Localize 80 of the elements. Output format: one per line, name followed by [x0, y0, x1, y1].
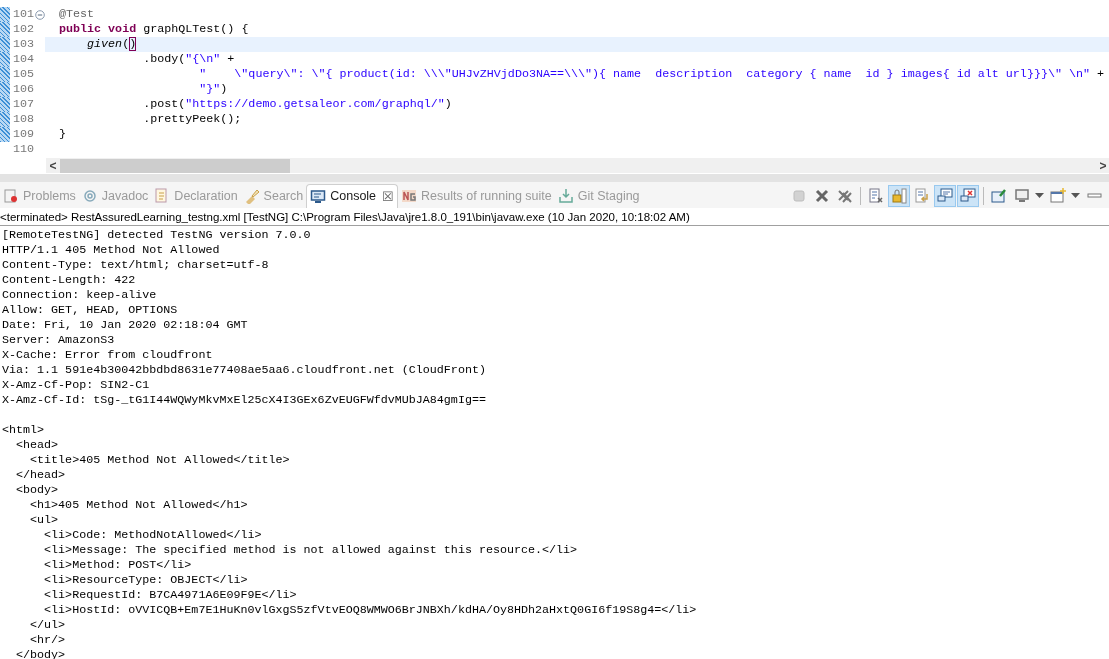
console-line: X-Amz-Cf-Id: tSg-_tG1I44WQWyMkvMxEl25cX4I3GEx6ZvEUGFWfdvMUbJA84gmIg== [2, 393, 487, 408]
console-line: </head> [15, 468, 67, 483]
console-line: Date: Fri, 10 Jan 2020 02:18:04 GMT [2, 318, 249, 333]
horizontal-scrollbar[interactable]: < > [46, 158, 1109, 173]
console-line: <li>Method: POST</li> [43, 558, 193, 573]
console-line: Connection: keep-alive [2, 288, 158, 303]
console-line: <title>405 Method Not Allowed</title> [29, 453, 291, 468]
wrap-document-icon [914, 188, 930, 204]
code-line: public void graphQLTest() { [59, 22, 249, 37]
console-line: HTTP/1.1 405 Method Not Allowed [2, 243, 221, 258]
lock-icon [891, 188, 907, 204]
console-line: <li>Message: The specified method is not allowed against this resource.</li> [43, 543, 579, 558]
stop-icon [791, 188, 807, 204]
scroll-right-arrow[interactable]: > [1097, 156, 1109, 174]
collapse-icon[interactable] [34, 9, 45, 20]
close-tab-button[interactable]: ☒ [382, 186, 395, 207]
line-number: 106 [11, 82, 34, 97]
console-line: <ul> [29, 513, 60, 528]
problems-icon [3, 188, 19, 204]
monitor-icon [310, 188, 327, 205]
download-tray-icon [557, 188, 574, 204]
dropdown-caret-icon[interactable] [1035, 193, 1044, 199]
console-line: <li>HostId: oVVICQB+Em7E1HuKn0vlGxgS5zfVtvEOQ8WMWO6BrJNBXh/kdHA/Oy8HDh2aHxtQ0GI6f19S8g4=</li> [43, 603, 698, 618]
view-tab[interactable]: Results of running suite [398, 184, 555, 208]
line-number: 101 [11, 7, 34, 22]
code-line: .prettyPeek(); [142, 112, 242, 127]
console-line: X-Cache: Error from cloudfront [2, 348, 214, 363]
console-line: <li>Code: MethodNotAllowed</li> [43, 528, 263, 543]
line-number: 109 [11, 127, 34, 142]
double-close-icon [837, 188, 853, 204]
console-line: <body> [15, 483, 60, 498]
view-tab[interactable]: Declaration [151, 184, 241, 208]
code-line: "}") [198, 82, 228, 97]
console-line: </ul> [29, 618, 67, 633]
console-line: X-Amz-Cf-Pop: SIN2-C1 [2, 378, 151, 393]
line-number: 108 [11, 112, 34, 127]
error-monitor-icon [960, 188, 976, 204]
code-line: given() [86, 37, 137, 52]
view-tab[interactable]: Search [240, 184, 307, 208]
stderr-button[interactable] [957, 185, 979, 207]
line-number: 107 [11, 97, 34, 112]
line-number: 110 [11, 142, 34, 157]
code-line: @Test [59, 7, 95, 22]
view-tab[interactable]: Javadoc [78, 184, 152, 208]
console-line: <h1>405 Method Not Allowed</h1> [29, 498, 249, 513]
dropdown-caret-icon[interactable] [1071, 193, 1080, 199]
new-window-icon [1050, 188, 1066, 204]
line-number: 104 [11, 52, 34, 67]
testng-icon [401, 188, 418, 204]
view-tab[interactable]: Console ☒ [306, 184, 399, 208]
console-line: Content-Length: 422 [2, 273, 137, 288]
console-line: <head> [15, 438, 60, 453]
console-line: Via: 1.1 591e4b30042bbdbd8631e77408ae5aa6.cloudfront.net (CloudFront) [2, 363, 487, 378]
message-monitor-icon [937, 188, 953, 204]
pin-icon [991, 188, 1007, 204]
monitor-icon [1014, 188, 1030, 204]
line-number: 103 [11, 37, 34, 52]
console-line: <hr/> [29, 633, 67, 648]
close-icon [814, 188, 830, 204]
console-line: Content-Type: text/html; charset=utf-8 [2, 258, 270, 273]
code-line: } [59, 127, 66, 142]
clear-document-icon [868, 188, 884, 204]
console-line: <li>ResourceType: OBJECT</li> [43, 573, 249, 588]
console-line: [RemoteTestNG] detected TestNG version 7.0.0 [2, 228, 312, 243]
console-line: Allow: GET, HEAD, OPTIONS [2, 303, 179, 318]
view-tab[interactable]: Git Staging [554, 184, 643, 208]
code-line: .body("{\n" + [142, 52, 235, 67]
scroll-left-arrow[interactable]: < [46, 156, 60, 174]
line-number: 105 [11, 67, 34, 82]
view-tab[interactable]: Problems [0, 184, 79, 208]
line-number: 102 [11, 22, 34, 37]
code-line: .post("https://demo.getsaleor.com/graphql/") [142, 97, 452, 112]
code-line: " \"query\": \"{ product(id: \\\"UHJvZHVjdDo3NA==\\\"){ name description category { name id } images{ id alt url}}}\" \n" + [198, 67, 1105, 82]
scroll-lock-button[interactable] [888, 185, 910, 207]
console-line: <li>RequestId: B7CA4971A6E09F9E</li> [43, 588, 298, 603]
console-line: Server: AmazonS3 [2, 333, 116, 348]
scrollbar-thumb[interactable] [60, 158, 290, 173]
console-header: <terminated> RestAssuredLearning_testng.xml [TestNG] C:\Program Files\Java\jre1.8.0_191\bin\javaw.exe (10 Jan 2020, 10:18:02 AM) [0, 208, 1109, 226]
console-line: <html> [2, 423, 46, 438]
stdout-button[interactable] [934, 185, 956, 207]
